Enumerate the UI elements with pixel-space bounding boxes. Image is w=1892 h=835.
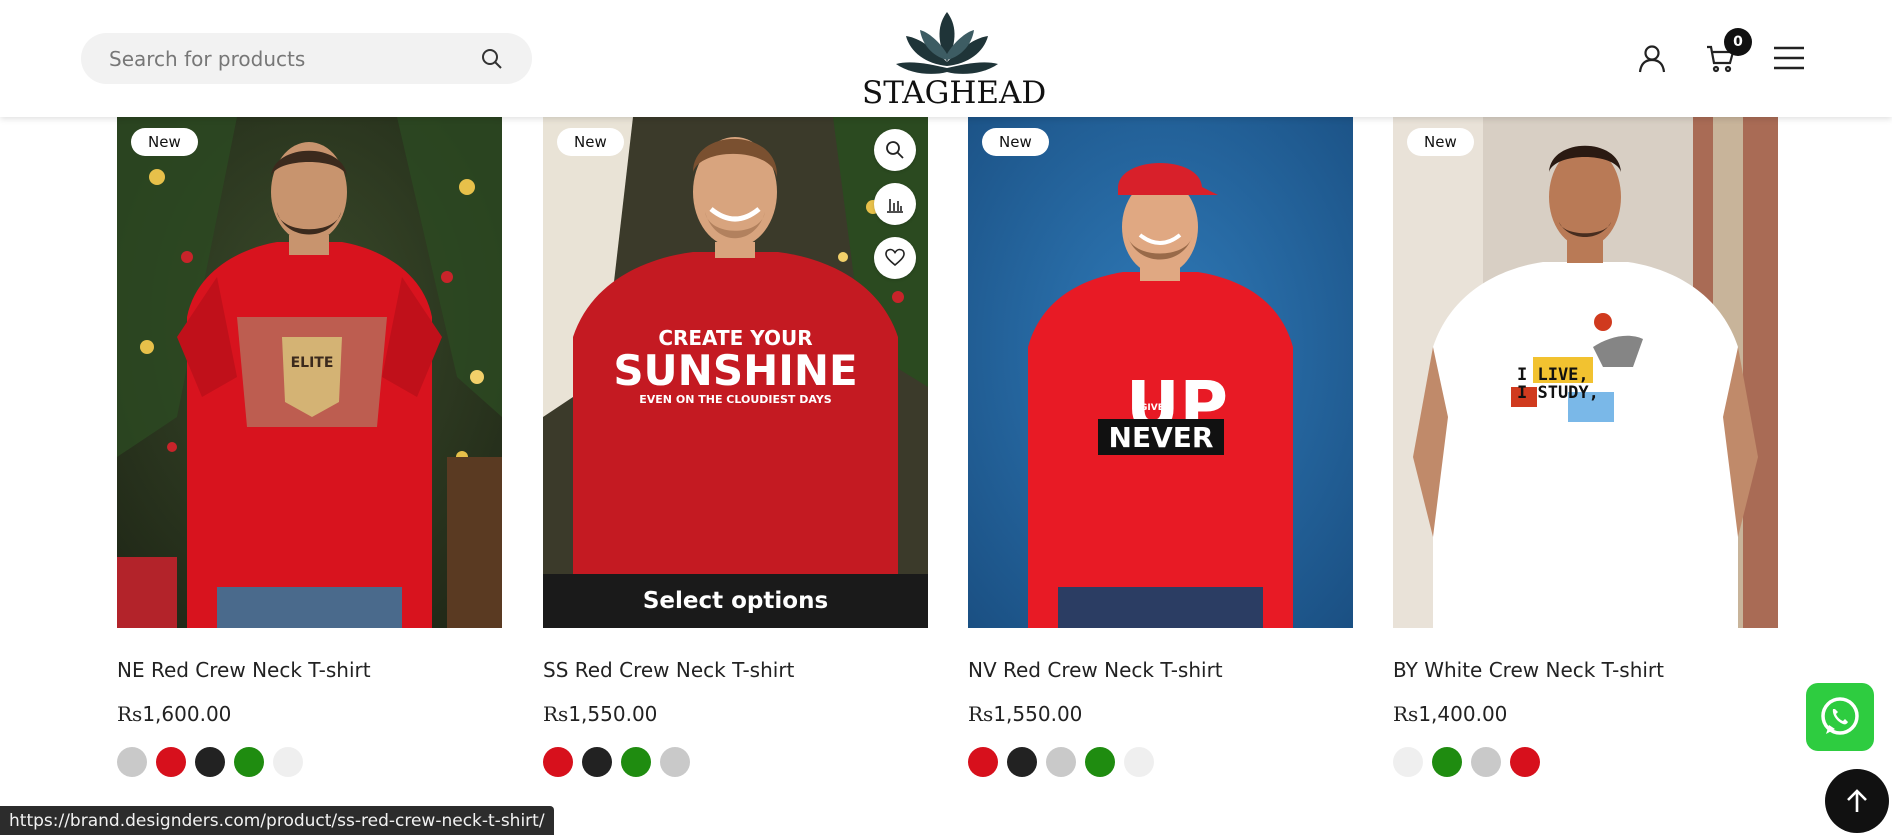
product-card[interactable]: UP NEVER GIVE New NV Red Crew Neck T-shi… <box>968 117 1353 777</box>
zoom-icon <box>886 141 904 159</box>
wishlist-button[interactable] <box>874 237 916 279</box>
product-price: Rs1,550.00 <box>968 702 1082 726</box>
product-image[interactable]: I LIVE, I STUDY, New <box>1393 117 1778 628</box>
search-icon[interactable] <box>480 47 504 71</box>
product-title[interactable]: BY White Crew Neck T-shirt <box>1393 658 1664 682</box>
product-title[interactable]: NE Red Crew Neck T-shirt <box>117 658 371 682</box>
swatch-red[interactable] <box>1510 747 1540 777</box>
wishlist-icon <box>885 248 905 267</box>
swatch-white[interactable] <box>1393 747 1423 777</box>
quick-view-button[interactable] <box>874 129 916 171</box>
price-value: 1,550.00 <box>568 702 658 726</box>
price-value: 1,550.00 <box>993 702 1083 726</box>
svg-text:ELITE: ELITE <box>291 355 334 371</box>
product-title[interactable]: SS Red Crew Neck T-shirt <box>543 658 794 682</box>
site-header: STAGHEAD 0 <box>0 0 1892 117</box>
product-price: Rs1,600.00 <box>117 702 231 726</box>
search-bar[interactable] <box>81 33 532 84</box>
cart-button[interactable]: 0 <box>1702 28 1752 76</box>
new-badge: New <box>131 128 198 156</box>
product-image[interactable]: UP NEVER GIVE New <box>968 117 1353 628</box>
new-badge: New <box>982 128 1049 156</box>
shirt-print: CREATE YOUR SUNSHINE EVEN ON THE CLOUDIE… <box>543 327 928 406</box>
print-small-text: GIVE <box>1140 403 1164 413</box>
new-badge: New <box>1407 128 1474 156</box>
swatch-gray[interactable] <box>1471 747 1501 777</box>
price-value: 1,600.00 <box>142 702 232 726</box>
swatch-white[interactable] <box>1124 747 1154 777</box>
shirt-print: UP NEVER GIVE <box>1098 373 1228 487</box>
currency-symbol: Rs <box>117 702 143 726</box>
currency-symbol: Rs <box>543 702 569 726</box>
product-card[interactable]: ELITE New NE Red Crew Neck T-shirt Rs1,6… <box>117 117 502 777</box>
swatch-green[interactable] <box>1432 747 1462 777</box>
new-badge: New <box>557 128 624 156</box>
account-button[interactable] <box>1634 40 1670 76</box>
product-price: Rs1,550.00 <box>543 702 657 726</box>
print-line-2: I STUDY, <box>1517 382 1599 403</box>
select-options-button[interactable]: Select options <box>543 574 928 628</box>
cart-count-badge: 0 <box>1724 28 1752 56</box>
price-value: 1,400.00 <box>1418 702 1508 726</box>
product-card[interactable]: CREATE YOUR SUNSHINE EVEN ON THE CLOUDIE… <box>543 117 928 777</box>
swatch-black[interactable] <box>195 747 225 777</box>
product-title[interactable]: NV Red Crew Neck T-shirt <box>968 658 1223 682</box>
swatch-white[interactable] <box>273 747 303 777</box>
color-swatches <box>117 747 303 777</box>
swatch-green[interactable] <box>1085 747 1115 777</box>
swatch-red[interactable] <box>156 747 186 777</box>
product-photo: ELITE <box>117 117 502 628</box>
currency-symbol: Rs <box>968 702 994 726</box>
color-swatches <box>543 747 690 777</box>
whatsapp-button[interactable] <box>1806 683 1874 751</box>
search-input[interactable] <box>109 46 480 71</box>
swatch-gray[interactable] <box>660 747 690 777</box>
arrow-up-icon <box>1847 789 1867 812</box>
logo-wordmark: STAGHEAD <box>862 75 1047 111</box>
status-bar-url: https://brand.designders.com/product/ss-… <box>0 806 554 835</box>
product-price: Rs1,400.00 <box>1393 702 1507 726</box>
print-main-text: NEVER <box>1098 419 1224 455</box>
product-image[interactable]: CREATE YOUR SUNSHINE EVEN ON THE CLOUDIE… <box>543 117 928 628</box>
color-swatches <box>1393 747 1540 777</box>
swatch-green[interactable] <box>234 747 264 777</box>
shirt-print: I LIVE, I STUDY, <box>1517 366 1599 403</box>
print-line-2: SUNSHINE <box>613 346 858 395</box>
compare-icon <box>887 199 903 213</box>
swatch-gray[interactable] <box>117 747 147 777</box>
swatch-gray[interactable] <box>1046 747 1076 777</box>
color-swatches <box>968 747 1154 777</box>
currency-symbol: Rs <box>1393 702 1419 726</box>
swatch-green[interactable] <box>621 747 651 777</box>
print-line-3: EVEN ON THE CLOUDIEST DAYS <box>639 393 832 407</box>
menu-icon <box>1774 46 1804 70</box>
swatch-black[interactable] <box>1007 747 1037 777</box>
site-logo[interactable]: STAGHEAD <box>862 10 1047 114</box>
compare-button[interactable] <box>874 183 916 225</box>
swatch-black[interactable] <box>582 747 612 777</box>
user-icon <box>1638 45 1666 73</box>
menu-button[interactable] <box>1771 40 1807 76</box>
product-image[interactable]: ELITE New <box>117 117 502 628</box>
lotus-logo-icon <box>896 12 998 74</box>
scroll-to-top-button[interactable] <box>1825 769 1889 833</box>
product-card[interactable]: I LIVE, I STUDY, New BY White Crew Neck … <box>1393 117 1778 777</box>
swatch-red[interactable] <box>543 747 573 777</box>
whatsapp-icon <box>1821 697 1859 735</box>
swatch-red[interactable] <box>968 747 998 777</box>
